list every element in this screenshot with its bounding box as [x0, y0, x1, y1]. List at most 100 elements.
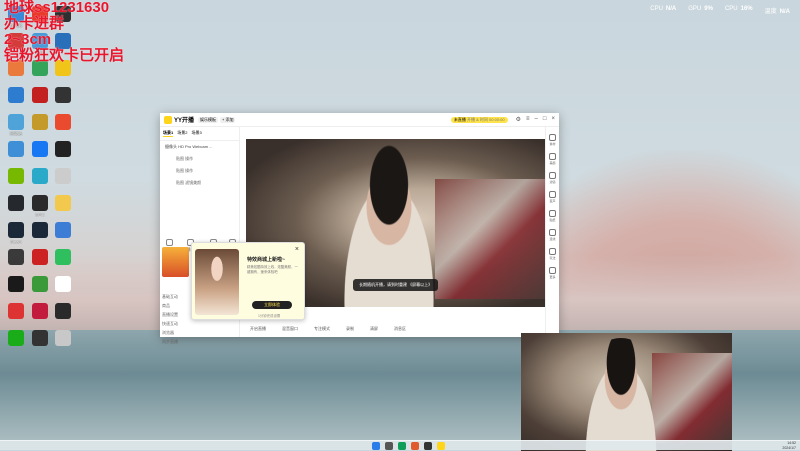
stream-overlay-text: 地球ss1231630 办卡进群 2~3cm 铠粉狂欢卡已开启: [4, 0, 124, 64]
promo-title: 特效商城上新啦~: [247, 257, 285, 263]
system-monitor: CPU N/A GPU 9% CPU 16% 温度 N/A: [650, 6, 790, 15]
go-live-button[interactable]: 未直播 开播 & 时间 00:00:00: [450, 116, 508, 123]
tool-sidebar: 素材 美颜 滤镜 变声 贴纸 连线 玩法 更多: [545, 127, 559, 337]
app-icon: [55, 87, 71, 103]
app-icon[interactable]: [398, 442, 406, 450]
desktop-icon-label: Steam: [10, 239, 22, 244]
template-tag[interactable]: 娱乐模板: [198, 116, 219, 123]
app-icon: [32, 249, 48, 265]
menu-item[interactable]: 基础互动: [162, 292, 178, 301]
settings-icon[interactable]: ⚙: [516, 116, 521, 123]
yy-brand: YY开播: [174, 118, 195, 124]
sidebar-tool[interactable]: 美颜: [546, 153, 559, 165]
desktop-icon-label: EPIC: [35, 212, 45, 217]
menu-item[interactable]: 快速互动: [162, 319, 178, 328]
app-icon: [55, 168, 71, 184]
sidebar-tool[interactable]: 更多: [546, 267, 559, 279]
app-icon: [55, 276, 71, 292]
app-icon: [55, 222, 71, 238]
tab-scene-1[interactable]: 场景1: [163, 130, 174, 137]
record-button[interactable]: 录制: [346, 326, 354, 332]
desktop-icon-label: 回收站: [10, 131, 22, 136]
app-icon: [32, 330, 48, 346]
menu-item[interactable]: 浏览器: [162, 328, 178, 337]
overlay-line-1: 地球ss1231630: [4, 0, 110, 16]
monitor-item: CPU 16%: [724, 6, 753, 12]
system-tray: 14:52 2024/1/7: [782, 441, 796, 450]
maximize-icon[interactable]: □: [543, 116, 547, 123]
app-icon: [8, 87, 24, 103]
menu-item[interactable]: 直播设置: [162, 310, 178, 319]
app-icon: [8, 222, 24, 238]
sidebar-tool[interactable]: 素材: [546, 134, 559, 146]
promo-image: [195, 249, 239, 315]
source-item[interactable]: 贴图 操作: [160, 153, 239, 165]
tab-scene-3[interactable]: 场景3: [191, 130, 201, 137]
app-icon: [8, 276, 24, 292]
monitor-item: GPU 9%: [688, 6, 713, 12]
desktop-icon[interactable]: [52, 330, 74, 364]
app-icon: [8, 114, 24, 130]
interaction-menu: 基础互动 商品 直播设置 快速互动 浏览器 同步直播: [162, 292, 178, 346]
minimize-icon[interactable]: –: [535, 116, 538, 123]
yy-titlebar: YY开播 娱乐模板 + 添加 未直播 开播 & 时间 00:00:00 ⚙ ≡ …: [160, 113, 559, 127]
app-icon: [32, 195, 48, 211]
search-icon[interactable]: [385, 442, 393, 450]
desktop-icon-grid: 此电脑 网络 回收站 EPIC Steam: [0, 0, 80, 440]
yy-taskbar-icon[interactable]: [437, 442, 445, 450]
app-icon: [8, 141, 24, 157]
promo-thumbnail[interactable]: [162, 247, 189, 277]
app-icon: [32, 141, 48, 157]
sidebar-tool[interactable]: 滤镜: [546, 172, 559, 184]
sidebar-tool[interactable]: 变声: [546, 191, 559, 203]
app-icon: [8, 303, 24, 319]
source-item-camera[interactable]: 摄像头 HD Pro Webcam ...: [160, 141, 239, 153]
browser-icon[interactable]: [411, 442, 419, 450]
close-icon[interactable]: ×: [551, 116, 555, 123]
app-icon: [8, 249, 24, 265]
taskbar: 14:52 2024/1/7: [0, 440, 800, 450]
start-icon[interactable]: [372, 442, 380, 450]
menu-item[interactable]: 同步直播: [162, 337, 178, 346]
app-icon[interactable]: [424, 442, 432, 450]
overlay-line-4: 铠粉狂欢卡已开启: [4, 47, 125, 64]
streamer-figure: [576, 338, 666, 451]
window-controls: ⚙ ≡ – □ ×: [516, 116, 555, 123]
sidebar-tool[interactable]: 连线: [546, 229, 559, 241]
start-live-button[interactable]: 开启直播: [250, 326, 266, 332]
message-area-button[interactable]: 消息区: [394, 326, 406, 332]
desktop-icon[interactable]: [5, 330, 27, 364]
sidebar-tool[interactable]: 贴纸: [546, 210, 559, 222]
menu-icon[interactable]: ≡: [526, 116, 530, 123]
app-icon: [32, 222, 48, 238]
app-icon: [55, 195, 71, 211]
sidebar-tool[interactable]: 玩法: [546, 248, 559, 260]
scene-tabs: 场景1 场景2 场景3: [160, 127, 239, 141]
focus-mode-button[interactable]: 专注模式: [314, 326, 330, 332]
clear-button[interactable]: 清屏: [370, 326, 378, 332]
overlay-line-2: 办卡进群: [4, 15, 65, 32]
tray-date[interactable]: 2024/1/7: [782, 446, 796, 451]
tab-scene-2[interactable]: 场景2: [177, 130, 187, 137]
close-icon[interactable]: ×: [295, 246, 299, 253]
add-tag-button[interactable]: + 添加: [220, 116, 236, 123]
app-icon: [32, 168, 48, 184]
taskbar-apps: [372, 442, 445, 450]
mixer-button[interactable]: 混音窗口: [282, 326, 298, 332]
try-now-button[interactable]: 立即体验: [252, 301, 292, 309]
desktop-icon[interactable]: [29, 330, 51, 364]
app-icon: [8, 195, 24, 211]
app-icon: [55, 249, 71, 265]
app-icon: [55, 330, 71, 346]
menu-item[interactable]: 商品: [162, 301, 178, 310]
app-icon: [32, 87, 48, 103]
monitor-item: 温度 N/A: [764, 9, 790, 15]
source-item[interactable]: 贴图 操作: [160, 165, 239, 177]
camera-icon: [166, 239, 173, 246]
app-icon: [32, 114, 48, 130]
monitor-item: CPU N/A: [650, 6, 677, 12]
app-icon: [55, 303, 71, 319]
app-icon: [32, 276, 48, 292]
promo-description: 精美炫酷特效上线，炫酷美颜、一键拥有，速来体验吧: [247, 265, 298, 274]
source-item[interactable]: 贴图 滤镜美颜: [160, 177, 239, 189]
